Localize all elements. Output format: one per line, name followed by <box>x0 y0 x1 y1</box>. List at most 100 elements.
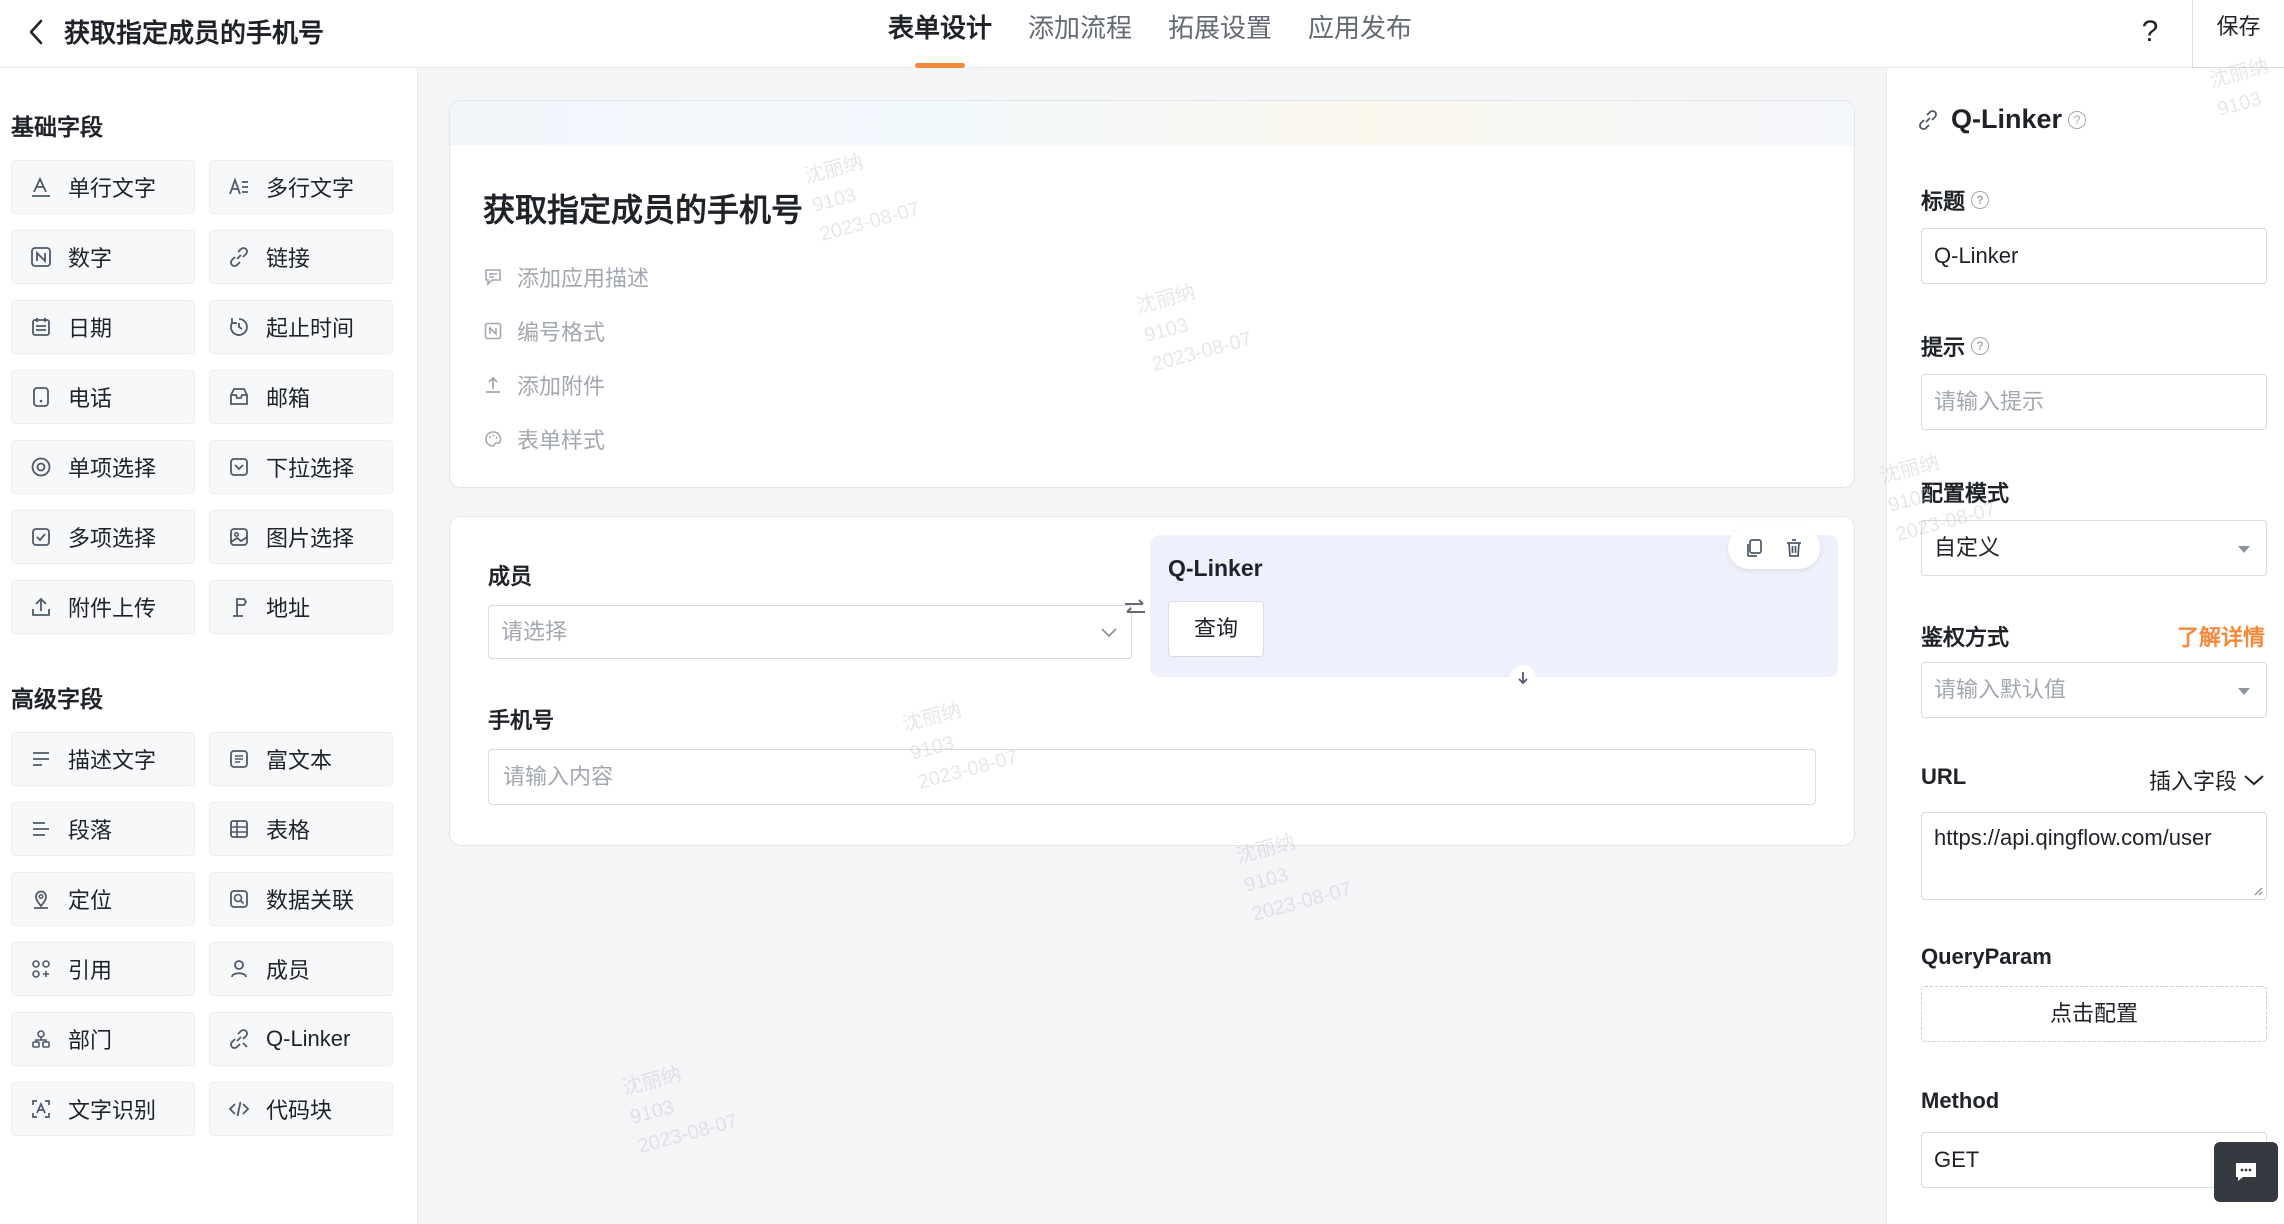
panel-header: Q-Linker ? <box>1917 104 2087 135</box>
tab-extension-settings[interactable]: 拓展设置 <box>1150 0 1290 68</box>
chevron-down-icon <box>1101 628 1117 638</box>
qlinker-field-title: Q-Linker <box>1168 555 1263 581</box>
auth-select[interactable]: 请输入默认值 <box>1921 662 2267 718</box>
comment-icon <box>483 267 503 287</box>
mode-label: 配置模式 <box>1921 481 2010 506</box>
field-mail[interactable]: 邮箱 <box>209 370 393 424</box>
title-label: 标题? <box>1921 184 1990 216</box>
arrow-down-icon[interactable] <box>1510 665 1536 691</box>
field-multi-line-text[interactable]: 多行文字 <box>209 160 393 214</box>
field-address[interactable]: 地址 <box>209 580 393 634</box>
field-phone[interactable]: 电话 <box>11 370 195 424</box>
back-button[interactable] <box>18 14 54 50</box>
hint-label: 提示? <box>1921 330 1990 362</box>
caret-down-icon <box>2238 688 2250 695</box>
properties-panel: Q-Linker ? 标题? Q-Linker 提示? 请输入提示 配置模式 自… <box>1878 55 2284 1224</box>
hint-input[interactable]: 请输入提示 <box>1921 374 2267 430</box>
field-dropdown[interactable]: 下拉选择 <box>209 440 393 494</box>
field-number[interactable]: 数字 <box>11 230 195 284</box>
field-date[interactable]: 日期 <box>11 300 195 354</box>
field-radio[interactable]: 单项选择 <box>11 440 195 494</box>
palette-icon <box>483 429 503 449</box>
mode-select[interactable]: 自定义 <box>1921 520 2267 576</box>
field-qlinker[interactable]: Q-Linker <box>209 1012 393 1066</box>
form-fields-card: 成员 请选择 Q-Linker 查询 手机号 请输入内容 <box>449 516 1855 846</box>
field-reference[interactable]: 引用 <box>11 942 195 996</box>
delete-icon[interactable] <box>1781 535 1807 561</box>
help-circle-icon[interactable]: ? <box>1971 191 1990 209</box>
learn-more-link[interactable]: 了解详情 <box>2177 620 2265 652</box>
configure-queryparam-button[interactable]: 点击配置 <box>1921 986 2267 1042</box>
form-style-button[interactable]: 表单样式 <box>483 423 605 455</box>
field-time-range[interactable]: 起止时间 <box>209 300 393 354</box>
field-checkbox[interactable]: 多项选择 <box>11 510 195 564</box>
resize-handle-icon[interactable] <box>2251 884 2263 896</box>
add-description-button[interactable]: 添加应用描述 <box>483 261 649 293</box>
qlinker-icon <box>1919 109 1937 130</box>
field-rich-text[interactable]: 富文本 <box>209 732 393 786</box>
auth-label: 鉴权方式 <box>1921 625 2010 650</box>
table-icon <box>226 816 252 842</box>
member-icon <box>226 956 252 982</box>
field-link[interactable]: 链接 <box>209 230 393 284</box>
phone-input[interactable]: 请输入内容 <box>488 749 1816 805</box>
field-upload[interactable]: 附件上传 <box>11 580 195 634</box>
description-icon <box>28 746 54 772</box>
tab-add-flow[interactable]: 添加流程 <box>1010 0 1150 68</box>
field-paragraph[interactable]: 段落 <box>11 802 195 856</box>
swap-icon[interactable] <box>1122 595 1148 621</box>
code-icon <box>226 1096 252 1122</box>
department-icon <box>28 1026 54 1052</box>
form-header-card: 获取指定成员的手机号 添加应用描述 编号格式 添加附件 表单样式 <box>449 100 1855 488</box>
field-ocr[interactable]: 文字识别 <box>11 1082 195 1136</box>
field-member[interactable]: 成员 <box>209 942 393 996</box>
attachment-icon <box>483 375 503 395</box>
field-image-select[interactable]: 图片选择 <box>209 510 393 564</box>
basic-fields-title: 基础字段 <box>11 114 103 140</box>
header-banner <box>450 101 1854 145</box>
field-single-line-text[interactable]: 单行文字 <box>11 160 195 214</box>
checkbox-icon <box>28 524 54 550</box>
advanced-fields-title: 高级字段 <box>11 686 103 712</box>
query-button[interactable]: 查询 <box>1168 601 1264 657</box>
field-location[interactable]: 定位 <box>11 872 195 926</box>
save-button[interactable]: 保存 <box>2192 0 2284 68</box>
field-description[interactable]: 描述文字 <box>11 732 195 786</box>
field-toolbar <box>1728 527 1820 569</box>
link-icon <box>226 244 252 270</box>
phone-icon <box>28 384 54 410</box>
url-textarea[interactable]: https://api.qingflow.com/user <box>1921 812 2267 900</box>
paragraph-icon <box>28 816 54 842</box>
field-table[interactable]: 表格 <box>209 802 393 856</box>
member-field-label: 成员 <box>488 564 533 589</box>
multi-line-text-icon <box>226 174 252 200</box>
field-department[interactable]: 部门 <box>11 1012 195 1066</box>
rich-text-icon <box>226 746 252 772</box>
ocr-icon <box>28 1096 54 1122</box>
help-circle-icon[interactable]: ? <box>2068 110 2087 129</box>
title-input[interactable]: Q-Linker <box>1921 228 2267 284</box>
location-icon <box>28 886 54 912</box>
page-title: 获取指定成员的手机号 <box>64 18 325 48</box>
time-range-icon <box>226 314 252 340</box>
tab-app-publish[interactable]: 应用发布 <box>1290 0 1430 68</box>
member-select[interactable]: 请选择 <box>488 605 1132 659</box>
field-palette: 基础字段 单行文字 多行文字 数字 链接 日期 起止时间 电话 邮箱 单项选择 <box>0 68 418 1224</box>
method-label: Method <box>1921 1088 2000 1113</box>
chevron-left-icon <box>29 19 43 45</box>
help-circle-icon[interactable]: ? <box>1971 337 1990 355</box>
qlinker-field[interactable]: Q-Linker 查询 <box>1150 527 1838 677</box>
add-attachment-button[interactable]: 添加附件 <box>483 369 605 401</box>
tab-form-design[interactable]: 表单设计 <box>870 0 1010 68</box>
number-icon <box>28 244 54 270</box>
insert-field-dropdown[interactable]: 插入字段 <box>2149 764 2265 796</box>
upload-icon <box>28 594 54 620</box>
chat-button[interactable] <box>2214 1142 2278 1202</box>
number-format-button[interactable]: 编号格式 <box>483 315 605 347</box>
form-title[interactable]: 获取指定成员的手机号 <box>483 185 803 231</box>
field-data-link[interactable]: 数据关联 <box>209 872 393 926</box>
copy-icon[interactable] <box>1741 535 1767 561</box>
field-code-block[interactable]: 代码块 <box>209 1082 393 1136</box>
caret-down-icon <box>2238 546 2250 553</box>
help-button[interactable]: ? <box>2130 12 2170 52</box>
